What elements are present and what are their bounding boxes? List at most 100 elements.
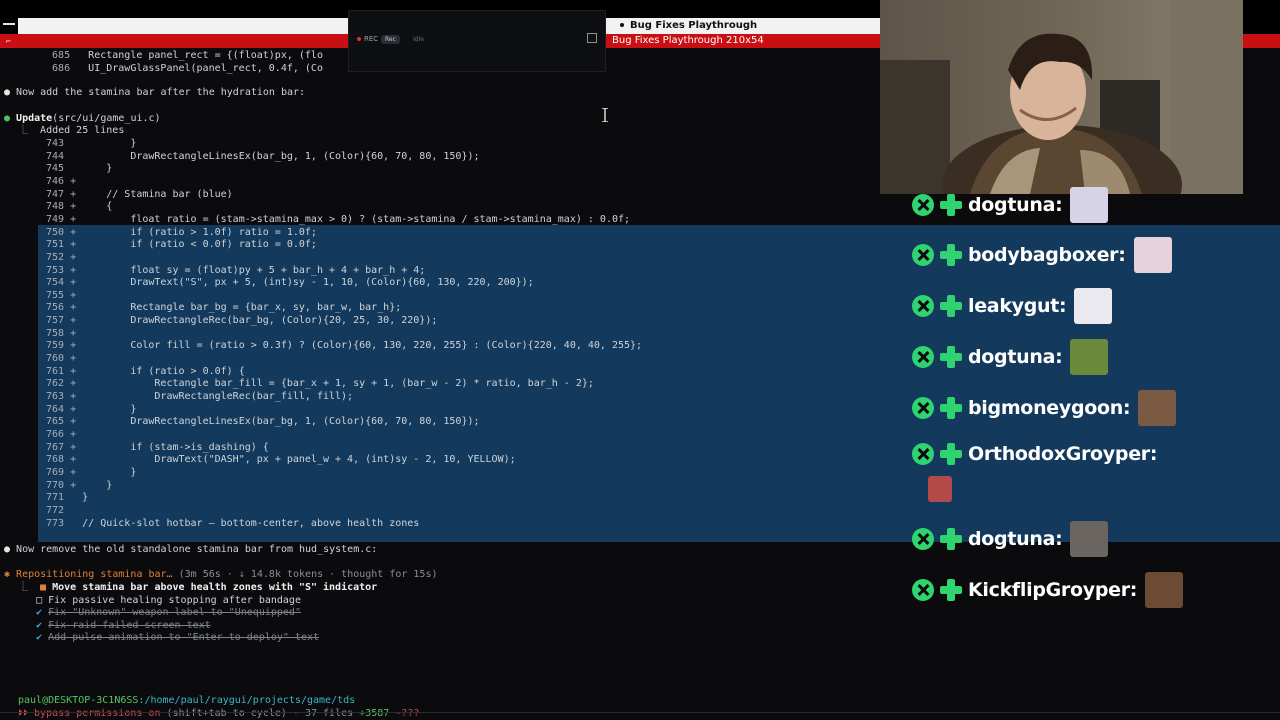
todo-text: Fix "Unknown" weapon label to "Unequippe… — [48, 607, 301, 619]
code-text: // Stamina bar (blue) — [82, 188, 233, 200]
chat-emote-icon — [1145, 572, 1184, 608]
code-text: if (ratio < 0.0f) ratio = 0.0f; — [82, 239, 317, 251]
mode-text: bypass permissions on — [34, 708, 161, 719]
expand-icon[interactable] — [587, 33, 597, 43]
menu-icon[interactable] — [3, 23, 15, 25]
chat-message: dogtuna: — [912, 521, 1109, 557]
code-text: } — [82, 138, 137, 149]
webcam-image — [880, 0, 1243, 194]
rec-label: REC — [357, 35, 378, 43]
lines-removed: -??? — [389, 708, 420, 719]
status-title: Repositioning stamina bar… — [16, 569, 173, 580]
line-number: 759 + — [40, 340, 83, 352]
diff-added-line: 769 + } — [40, 466, 136, 479]
code-text: if (stam->is_dashing) { — [82, 441, 269, 453]
diff-context-line: 773 // Quick-slot hotbar — bottom-center… — [40, 517, 419, 530]
line-number: 773 — [40, 517, 83, 529]
tab-menu-mark[interactable]: ⌐ — [6, 38, 11, 46]
subscriber-badge-icon — [938, 395, 964, 421]
code-text: } — [82, 479, 113, 491]
line-number: 770 + — [40, 479, 83, 491]
diff-added-line: 756 + Rectangle bar_bg = {bar_x, sy, bar… — [40, 301, 401, 314]
diff-added-line: 749 + float ratio = (stam->stamina_max >… — [40, 213, 630, 226]
tool-path: (src/ui/game_ui.c) — [52, 113, 161, 124]
tree-branch-icon: ⎿ — [18, 125, 41, 136]
diff-added-line: 751 + if (ratio < 0.0f) ratio = 0.0f; — [40, 238, 317, 251]
diff-added-line: 762 + Rectangle bar_fill = {bar_x + 1, s… — [40, 377, 594, 390]
diff-added-line: 763 + DrawRectangleRec(bar_fill, fill); — [40, 390, 353, 403]
todo-text: Move stamina bar above health zones with… — [52, 582, 378, 593]
chat-username: OrthodoxGroyper: — [968, 443, 1158, 465]
code-text: if (ratio > 1.0f) ratio = 1.0f; — [82, 226, 317, 238]
diff-added-line: 750 + if (ratio > 1.0f) ratio = 1.0f; — [40, 226, 317, 239]
code-text: float sy = (float)py + 5 + bar_h + 4 + b… — [82, 264, 426, 276]
chat-username: bodybagboxer: — [968, 244, 1126, 266]
message-text: Now remove the old standalone stamina ba… — [16, 544, 378, 555]
line-number: 755 + — [40, 289, 83, 301]
diff-context-line: 745 } — [40, 162, 112, 175]
line-number: 767 + — [40, 441, 83, 453]
line-number: 758 + — [40, 327, 83, 339]
footer-status: ⏵⏵ bypass permissions on (shift+tab to c… — [18, 707, 419, 720]
tool-name: Update — [16, 113, 53, 124]
mode-hint: (shift+tab to cycle) · 37 files — [160, 708, 360, 719]
bullet-icon: ● — [4, 87, 17, 98]
chat-message: OrthodoxGroyper: — [912, 439, 1157, 469]
todo-done-icon: ✔ — [36, 607, 49, 619]
chat-emote-icon — [1070, 521, 1109, 557]
chat-message: dogtuna: — [912, 339, 1109, 375]
todo-item: ⎿ ■ Move stamina bar above health zones … — [18, 581, 377, 594]
chat-username: leakygut: — [968, 295, 1067, 317]
subscriber-badge-icon — [938, 293, 964, 319]
text-cursor-icon — [602, 108, 608, 122]
line-number: 685 — [40, 50, 89, 61]
todo-done-icon: ✔ — [36, 619, 49, 631]
code-text: } — [82, 163, 113, 175]
todo-text: Fix passive healing stopping after banda… — [48, 594, 301, 606]
diff-added-line: 764 + } — [40, 403, 136, 416]
diff-added-line: 766 + — [40, 428, 82, 441]
recording-overlay: REC Rec Idle — [348, 10, 606, 72]
window-dot-icon — [620, 23, 624, 27]
line-number: 766 + — [40, 428, 83, 440]
code-text: float ratio = (stam->stamina_max > 0) ? … — [82, 213, 631, 225]
rec-active-pill[interactable]: Rec — [381, 35, 400, 44]
line-number: 748 + — [40, 201, 83, 213]
chat-emote-icon — [1070, 339, 1109, 375]
moderator-badge-icon — [912, 194, 934, 216]
line-number: 754 + — [40, 277, 83, 289]
chat-username: bigmoneygoon: — [968, 397, 1131, 419]
moderator-badge-icon — [912, 443, 934, 465]
status-meta: (3m 56s · ↓ 14.8k tokens · thought for 1… — [172, 569, 438, 580]
line-number: 749 + — [40, 213, 83, 225]
todo-item: □ Fix passive healing stopping after ban… — [18, 594, 301, 607]
terminal-tab-title[interactable]: Bug Fixes Playthrough 210x54 — [612, 34, 764, 48]
todo-text: Fix raid failed screen text — [48, 619, 211, 631]
rec-idle-pill[interactable]: Idle — [409, 35, 428, 44]
diff-added-line: 761 + if (ratio > 0.0f) { — [40, 365, 245, 378]
code-text: DrawRectangleLinesEx(bar_bg, 1, (Color){… — [82, 416, 480, 428]
subscriber-badge-icon — [938, 192, 964, 218]
code-text: Rectangle panel_rect = {(float)px, (flo — [88, 50, 323, 61]
code-text: Rectangle bar_bg = {bar_x, sy, bar_w, ba… — [82, 302, 402, 314]
code-text: DrawRectangleRec(bar_fill, fill); — [82, 391, 354, 402]
diff-added-line: 758 + — [40, 327, 82, 340]
chat-username: KickflipGroyper: — [968, 579, 1138, 601]
chat-message: bodybagboxer: — [912, 237, 1172, 273]
chat-emote-icon — [1133, 237, 1172, 273]
moderator-badge-icon — [912, 528, 934, 550]
line-number: 747 + — [40, 188, 83, 200]
code-text: } — [82, 403, 137, 415]
diff-added-line: 746 + — [40, 175, 82, 188]
status-line: ✱ Repositioning stamina bar… (3m 56s · ↓… — [4, 568, 438, 581]
moderator-badge-icon — [912, 397, 934, 419]
line-number: 744 — [40, 150, 83, 162]
chat-emote-icon — [1070, 187, 1109, 223]
chat-emote-icon — [928, 476, 952, 502]
lines-added: +3587 — [359, 708, 390, 719]
line-number: 763 + — [40, 391, 83, 402]
stream-chat: dogtuna: bodybagboxer: leakygut: dogtuna: bi… — [880, 187, 1280, 614]
